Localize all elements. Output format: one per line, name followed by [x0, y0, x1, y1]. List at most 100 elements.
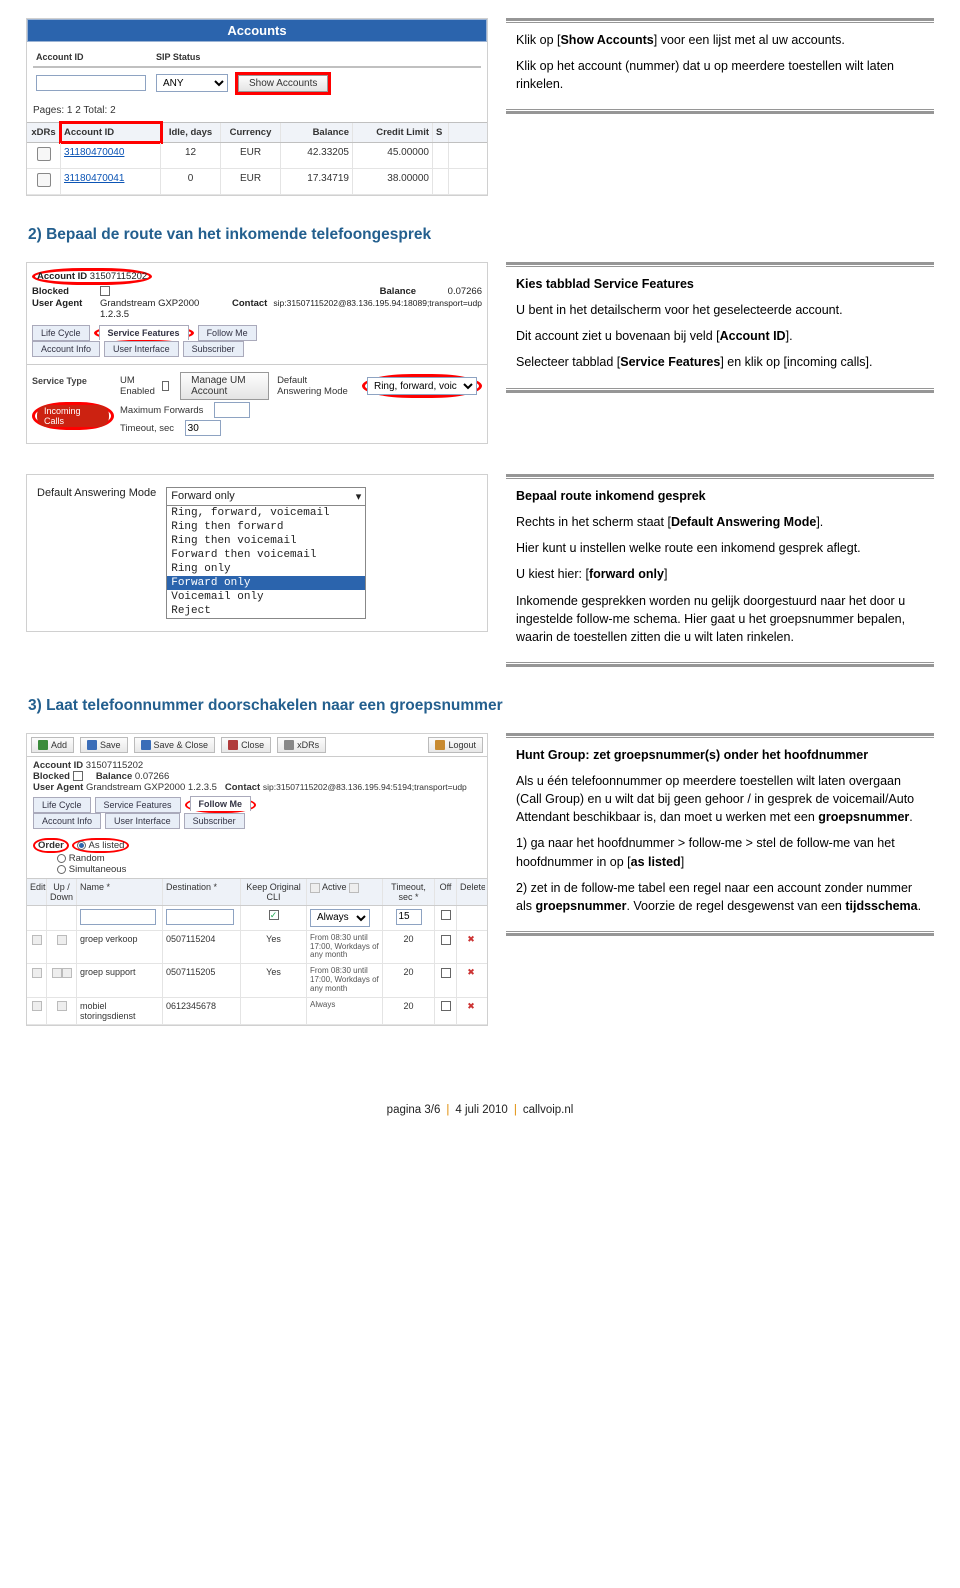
tab-service-features[interactable]: Service Features	[95, 797, 181, 813]
table-row: groep verkoop 0507115204 Yes From 08:30 …	[27, 931, 487, 964]
radio-random[interactable]	[57, 854, 66, 863]
instruction-block-1: Klik op [Show Accounts] voor een lijst m…	[506, 23, 934, 109]
tab-follow-me[interactable]: Follow Me	[190, 796, 252, 811]
fig-accounts: Accounts Account ID SIP Status ANY Show …	[26, 18, 488, 196]
instruction-block-4: Hunt Group: zet groepsnummer(s) onder he…	[506, 738, 934, 931]
pages-label: Pages: 1 2 Total: 2	[27, 104, 487, 122]
dam-option[interactable]: Ring then voicemail	[167, 534, 365, 548]
tab-account-info[interactable]: Account Info	[32, 341, 100, 357]
delete-icon[interactable]: ✖	[467, 934, 475, 944]
col-xdrs: xDRs	[27, 123, 61, 142]
instruction-block-2: Kies tabblad Service Features U bent in …	[506, 267, 934, 388]
table-row: Always	[27, 906, 487, 931]
down-icon[interactable]	[62, 968, 72, 978]
table-row: mobiel storingsdienst 0612345678 Always …	[27, 998, 487, 1025]
dam-option[interactable]: Ring only	[167, 562, 365, 576]
magnifier-icon[interactable]	[37, 147, 51, 161]
lbl-service-type: Service Type	[32, 376, 114, 386]
lbl-order: Order	[38, 840, 64, 851]
page-footer: pagina 3/6|4 juli 2010|callvoip.nl	[0, 1056, 960, 1128]
save-close-button[interactable]: Save & Close	[134, 737, 216, 753]
plus-icon	[38, 740, 48, 750]
manage-um-button[interactable]: Manage UM Account	[180, 372, 269, 400]
dam-dropdown[interactable]: Forward only ▾ Ring, forward, voicemail R…	[166, 487, 366, 619]
edit-icon[interactable]	[32, 968, 42, 978]
dam-select[interactable]: Ring, forward, voic	[367, 377, 477, 395]
dam-option[interactable]: Ring then forward	[167, 520, 365, 534]
off-checkbox[interactable]	[441, 1001, 451, 1011]
dam-option[interactable]: Forward then voicemail	[167, 548, 365, 562]
dam-label: Default Answering Mode	[37, 487, 156, 499]
radio-as-listed[interactable]	[77, 841, 86, 850]
account-link[interactable]: 31180470040	[64, 147, 124, 158]
xdrs-button[interactable]: xDRs	[277, 737, 326, 753]
logout-button[interactable]: Logout	[428, 737, 483, 753]
account-id-input[interactable]	[36, 75, 146, 91]
wizard-icon	[349, 883, 359, 893]
logout-icon	[435, 740, 445, 750]
fig-dam-dropdown: Default Answering Mode Forward only ▾ Rin…	[26, 474, 488, 632]
close-button[interactable]: Close	[221, 737, 271, 753]
active-select[interactable]: Always	[310, 909, 370, 927]
col-currency: Currency	[221, 123, 281, 142]
col-idle: Idle, days	[161, 123, 221, 142]
accounts-titlebar: Accounts	[27, 19, 487, 42]
up-icon[interactable]	[52, 968, 62, 978]
edit-icon[interactable]	[32, 935, 42, 945]
kcli-checkbox[interactable]	[269, 910, 279, 920]
dam-option-selected[interactable]: Forward only	[167, 576, 365, 590]
tab-subscriber[interactable]: Subscriber	[184, 813, 245, 829]
down-icon[interactable]	[57, 935, 67, 945]
section-3-title: 3) Laat telefoonnummer doorschakelen naa…	[28, 697, 934, 715]
file-icon	[284, 740, 294, 750]
timeout-input[interactable]	[185, 420, 221, 436]
tab-user-interface[interactable]: User Interface	[105, 813, 180, 829]
incoming-calls-pill[interactable]: Incoming Calls	[37, 405, 109, 427]
delete-icon[interactable]: ✖	[467, 967, 475, 977]
col-account-id: Account ID	[61, 123, 161, 142]
tab-follow-me[interactable]: Follow Me	[198, 325, 257, 341]
add-button[interactable]: Add	[31, 737, 74, 753]
hdr-sip-status: SIP Status	[156, 52, 236, 62]
hdr-account-id: Account ID	[36, 52, 146, 62]
um-enabled-checkbox[interactable]	[162, 381, 170, 391]
account-link[interactable]: 31180470041	[64, 173, 124, 184]
dest-input[interactable]	[166, 909, 234, 925]
tab-life-cycle[interactable]: Life Cycle	[33, 797, 91, 813]
dam-option[interactable]: Reject	[167, 604, 365, 618]
section-2-title: 2) Bepaal de route van het inkomende tel…	[28, 226, 934, 244]
blocked-checkbox[interactable]	[100, 286, 110, 296]
dam-option[interactable]: Ring, forward, voicemail	[167, 506, 365, 520]
off-checkbox[interactable]	[441, 910, 451, 920]
table-row: groep support 0507115205 Yes From 08:30 …	[27, 964, 487, 997]
max-forwards-input[interactable]	[214, 402, 250, 418]
dam-option[interactable]: Voicemail only	[167, 590, 365, 604]
tab-service-features[interactable]: Service Features	[99, 325, 189, 340]
name-input[interactable]	[80, 909, 156, 925]
lbl-account-id: Account ID	[37, 271, 87, 282]
timeout-input[interactable]	[396, 909, 422, 925]
disk-icon	[87, 740, 97, 750]
tab-user-interface[interactable]: User Interface	[104, 341, 179, 357]
show-accounts-button[interactable]: Show Accounts	[238, 75, 328, 92]
tab-subscriber[interactable]: Subscriber	[183, 341, 244, 357]
off-checkbox[interactable]	[441, 968, 451, 978]
lbl-contact: Contact	[232, 298, 267, 320]
sip-status-select[interactable]: ANY	[156, 74, 228, 92]
close-icon	[228, 740, 238, 750]
lbl-blocked: Blocked	[32, 286, 94, 297]
tab-account-info[interactable]: Account Info	[33, 813, 101, 829]
delete-icon[interactable]: ✖	[467, 1001, 475, 1011]
radio-simultaneous[interactable]	[57, 865, 66, 874]
chevron-down-icon: ▾	[356, 490, 362, 503]
col-s: S	[433, 123, 449, 142]
off-checkbox[interactable]	[441, 935, 451, 945]
save-button[interactable]: Save	[80, 737, 128, 753]
instruction-block-3: Bepaal route inkomend gesprek Rechts in …	[506, 479, 934, 662]
table-row: 31180470040 12 EUR 42.33205 45.00000	[27, 143, 487, 169]
up-icon[interactable]	[57, 1001, 67, 1011]
blocked-checkbox[interactable]	[73, 771, 83, 781]
magnifier-icon[interactable]	[37, 173, 51, 187]
tab-life-cycle[interactable]: Life Cycle	[32, 325, 90, 341]
edit-icon[interactable]	[32, 1001, 42, 1011]
